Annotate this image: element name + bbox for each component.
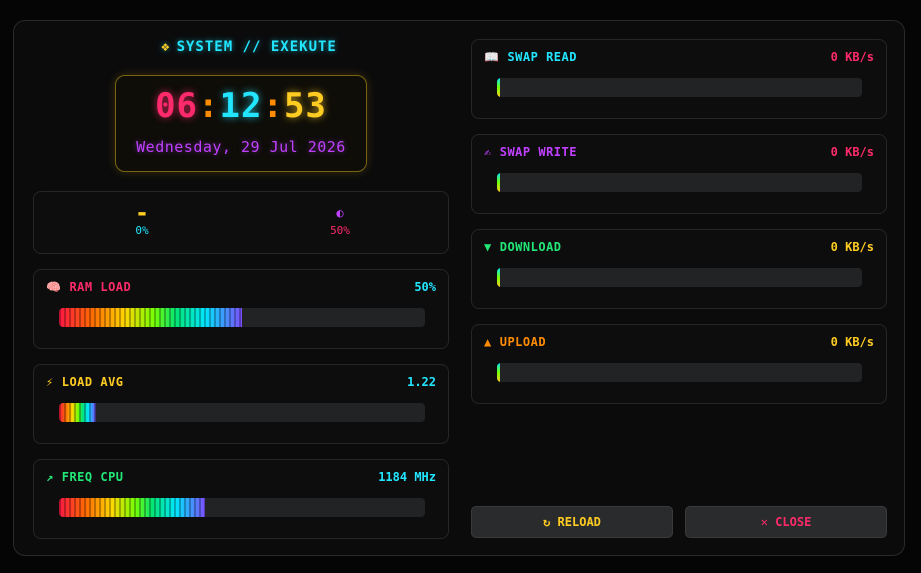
diamond-icon: ❖	[161, 39, 171, 55]
meter-fill	[497, 173, 500, 192]
meter-label-text: SWAP WRITE	[499, 145, 577, 159]
meter-fill	[497, 78, 500, 97]
meter-label-text: LOAD AVG	[61, 375, 124, 389]
clock-minutes: 12	[219, 86, 263, 126]
meter-label: 🧠 RAM LOAD	[46, 280, 131, 294]
meter-label: ↗ FREQ CPU	[46, 470, 124, 484]
book-icon: 📖	[484, 50, 500, 64]
meter-fill	[59, 308, 242, 327]
meter-label-text: DOWNLOAD	[499, 240, 562, 254]
mini-stats-card: ▬ 0% ◐ 50%	[33, 191, 449, 254]
moon-icon: ◐	[336, 206, 344, 220]
brain-icon: 🧠	[46, 280, 62, 294]
meter-label-text: SWAP READ	[507, 50, 577, 64]
meter-label: ▲ UPLOAD	[484, 335, 546, 349]
meter-value: 0 KB/s	[830, 335, 874, 349]
meter-card-freq-cpu: ↗ FREQ CPU 1184 MHz	[33, 459, 449, 539]
meter-card-swap-write: ✍ SWAP WRITE 0 KB/s	[471, 134, 887, 214]
small-dash-icon: ▬	[138, 206, 146, 220]
meter-label-text: RAM LOAD	[69, 280, 132, 294]
meter-fill	[59, 498, 206, 517]
reload-icon: ↻	[543, 515, 551, 529]
meter-value: 0 KB/s	[830, 145, 874, 159]
sysmon-window: ❖ SYSTEM // EXEKUTE 06:12:53 Wednesday, 2…	[13, 20, 905, 556]
clock-hours: 06	[155, 86, 199, 126]
meter-track	[59, 308, 425, 327]
close-button-label: CLOSE	[775, 515, 812, 529]
meter-label: ▼ DOWNLOAD	[484, 240, 562, 254]
meter-value: 0 KB/s	[830, 50, 874, 64]
clock-panel: 06:12:53 Wednesday, 29 Jul 2026	[115, 75, 367, 172]
mini-stat-value: 50%	[330, 224, 350, 237]
meter-fill	[497, 363, 500, 382]
reload-button[interactable]: ↻ RELOAD	[471, 506, 673, 538]
window-title: ❖ SYSTEM // EXEKUTE	[134, 39, 364, 55]
meter-card-ram-load: 🧠 RAM LOAD 50%	[33, 269, 449, 349]
meter-track	[497, 363, 862, 382]
mini-stat-value: 0%	[135, 224, 149, 237]
meter-value: 1184 MHz	[378, 470, 436, 484]
meter-fill	[59, 403, 96, 422]
meter-track	[497, 78, 862, 97]
clock-date: Wednesday, 29 Jul 2026	[136, 138, 346, 156]
meter-label: ⚡ LOAD AVG	[46, 375, 124, 389]
meter-track	[59, 403, 425, 422]
meter-track	[59, 498, 425, 517]
down-triangle-icon: ▼	[484, 240, 492, 254]
meter-card-swap-read: 📖 SWAP READ 0 KB/s	[471, 39, 887, 119]
lightning-icon: ⚡	[46, 375, 54, 389]
mini-stat-temp: ◐ 50%	[300, 206, 380, 237]
clock-time: 06:12:53	[116, 86, 366, 126]
meter-label: 📖 SWAP READ	[484, 50, 577, 64]
clock-separator: :	[198, 86, 220, 126]
meter-label-text: UPLOAD	[499, 335, 547, 349]
meter-value: 1.22	[407, 375, 436, 389]
meter-label: ✍ SWAP WRITE	[484, 145, 577, 159]
close-button[interactable]: ✕ CLOSE	[685, 506, 887, 538]
mini-stat-cpu: ▬ 0%	[102, 206, 182, 237]
writing-hand-icon: ✍	[484, 145, 492, 159]
clock-separator: :	[262, 86, 284, 126]
close-icon: ✕	[760, 515, 768, 529]
window-title-text: SYSTEM // EXEKUTE	[176, 39, 337, 55]
meter-value: 50%	[414, 280, 436, 294]
meter-track	[497, 173, 862, 192]
meter-track	[497, 268, 862, 287]
meter-fill	[497, 268, 500, 287]
up-triangle-icon: ▲	[484, 335, 492, 349]
meter-value: 0 KB/s	[830, 240, 874, 254]
reload-button-label: RELOAD	[557, 515, 601, 529]
meter-card-download: ▼ DOWNLOAD 0 KB/s	[471, 229, 887, 309]
pulse-icon: ↗	[46, 470, 54, 484]
meter-card-load-avg: ⚡ LOAD AVG 1.22	[33, 364, 449, 444]
clock-seconds: 53	[283, 86, 327, 126]
meter-card-upload: ▲ UPLOAD 0 KB/s	[471, 324, 887, 404]
meter-label-text: FREQ CPU	[61, 470, 124, 484]
